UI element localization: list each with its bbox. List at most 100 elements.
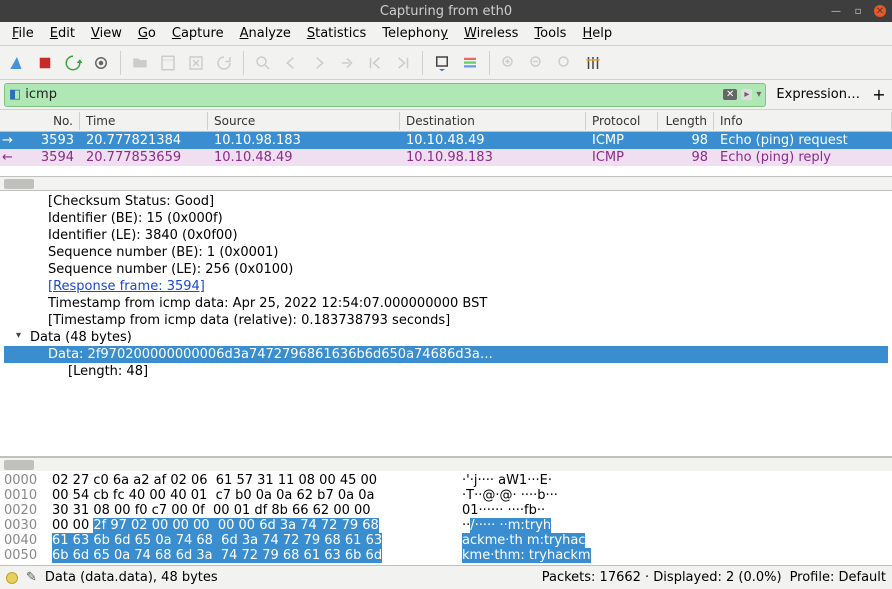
hex-row: 0010 00 54 cb fc 40 00 40 01 c7 b0 0a 0a… (4, 488, 888, 503)
hex-offset: 0010 (4, 488, 52, 503)
stop-capture-button[interactable] (32, 50, 58, 76)
menu-view[interactable]: View (85, 24, 128, 43)
expression-button[interactable]: Expression… (770, 85, 866, 104)
resize-columns-button[interactable] (580, 50, 606, 76)
zoom-out-button[interactable] (524, 50, 550, 76)
hex-bytes[interactable]: 00 54 cb fc 40 00 40 01 c7 b0 0a 0a 62 b… (52, 488, 462, 503)
packet-list-scrollbar[interactable] (0, 176, 892, 190)
cell-info: Echo (ping) reply (714, 150, 892, 165)
hex-bytes[interactable]: 00 00 2f 97 02 00 00 00 00 00 6d 3a 74 7… (52, 518, 462, 533)
zoom-reset-button[interactable] (552, 50, 578, 76)
hex-ascii[interactable]: ·'·j···· aW1···E· (462, 473, 552, 488)
shark-fin-icon[interactable] (4, 50, 30, 76)
save-file-button[interactable] (155, 50, 181, 76)
filter-dropdown-icon[interactable]: ▾ (756, 89, 761, 100)
menu-help[interactable]: Help (576, 24, 618, 43)
packet-row[interactable]: → 3593 20.777821384 10.10.98.183 10.10.4… (0, 132, 892, 149)
hex-ascii[interactable]: 01······ ····fb·· (462, 503, 545, 518)
detail-data-selected[interactable]: Data: 2f970200000000006d3a7472796861636b… (4, 346, 888, 363)
menu-tools[interactable]: Tools (528, 24, 572, 43)
find-packet-button[interactable] (250, 50, 276, 76)
detail-checksum-status[interactable]: [Checksum Status: Good] (4, 193, 888, 210)
cell-dst: 10.10.48.49 (400, 133, 586, 148)
column-info[interactable]: Info (714, 112, 892, 130)
expert-info-icon[interactable] (6, 572, 18, 584)
edit-icon[interactable]: ✎ (26, 570, 37, 585)
add-filter-button[interactable]: + (870, 85, 888, 104)
zoom-in-button[interactable] (496, 50, 522, 76)
menu-analyze[interactable]: Analyze (234, 24, 297, 43)
detail-timestamp-relative[interactable]: [Timestamp from icmp data (relative): 0.… (4, 312, 888, 329)
hex-bytes[interactable]: 6b 6d 65 0a 74 68 6d 3a 74 72 79 68 61 6… (52, 548, 462, 563)
first-packet-button[interactable] (362, 50, 388, 76)
column-no[interactable]: No. (20, 112, 80, 130)
column-protocol[interactable]: Protocol (586, 112, 658, 130)
hex-bytes[interactable]: 61 63 6b 6d 65 0a 74 68 6d 3a 74 72 79 6… (52, 533, 462, 548)
go-forward-button[interactable] (306, 50, 332, 76)
menu-statistics[interactable]: Statistics (301, 24, 372, 43)
maximize-icon[interactable]: ▫ (852, 5, 864, 17)
detail-identifier-be[interactable]: Identifier (BE): 15 (0x000f) (4, 210, 888, 227)
cell-proto: ICMP (586, 133, 658, 148)
hex-row: 0020 30 31 08 00 f0 c7 00 0f 00 01 df 8b… (4, 503, 888, 518)
hex-offset: 0030 (4, 518, 52, 533)
menu-capture[interactable]: Capture (166, 24, 230, 43)
hex-bytes[interactable]: 30 31 08 00 f0 c7 00 0f 00 01 df 8b 66 6… (52, 503, 462, 518)
menu-wireless[interactable]: Wireless (458, 24, 524, 43)
capture-options-button[interactable] (88, 50, 114, 76)
display-filter-input[interactable] (25, 87, 719, 102)
restart-capture-button[interactable] (60, 50, 86, 76)
packet-row[interactable]: ← 3594 20.777853659 10.10.48.49 10.10.98… (0, 149, 892, 166)
close-file-button[interactable] (183, 50, 209, 76)
toolbar (0, 46, 892, 80)
hex-row: 0040 61 63 6b 6d 65 0a 74 68 6d 3a 74 72… (4, 533, 888, 548)
cell-len: 98 (658, 133, 714, 148)
toolbar-separator (489, 51, 490, 75)
hex-row: 0000 02 27 c0 6a a2 af 02 06 61 57 31 11… (4, 473, 888, 488)
bookmark-icon[interactable]: ◧ (9, 87, 21, 102)
go-back-button[interactable] (278, 50, 304, 76)
detail-identifier-le[interactable]: Identifier (LE): 3840 (0x0f00) (4, 227, 888, 244)
detail-timestamp[interactable]: Timestamp from icmp data: Apr 25, 2022 1… (4, 295, 888, 312)
hex-ascii[interactable]: kme·thm: tryhackm (462, 548, 591, 563)
menu-go[interactable]: Go (132, 24, 162, 43)
cell-no: 3594 (20, 150, 80, 165)
menu-edit[interactable]: Edit (44, 24, 81, 43)
display-filter-wrap[interactable]: ◧ ✕ ▸ ▾ (4, 83, 766, 107)
toolbar-separator (243, 51, 244, 75)
column-time[interactable]: Time (80, 112, 208, 130)
hex-ascii[interactable]: ·T··@·@· ····b··· (462, 488, 558, 503)
reload-file-button[interactable] (211, 50, 237, 76)
column-source[interactable]: Source (208, 112, 400, 130)
detail-seq-be[interactable]: Sequence number (BE): 1 (0x0001) (4, 244, 888, 261)
jump-to-button[interactable] (334, 50, 360, 76)
column-destination[interactable]: Destination (400, 112, 586, 130)
detail-data-length[interactable]: [Length: 48] (4, 363, 888, 380)
hex-dump[interactable]: 0000 02 27 c0 6a a2 af 02 06 61 57 31 11… (0, 471, 892, 565)
status-bar: ✎ Data (data.data), 48 bytes Packets: 17… (0, 565, 892, 589)
packet-details[interactable]: [Checksum Status: Good] Identifier (BE):… (0, 190, 892, 457)
last-packet-button[interactable] (390, 50, 416, 76)
menu-file[interactable]: File (6, 24, 40, 43)
hex-ascii[interactable]: ··/····· ··m:tryh (462, 518, 551, 533)
detail-response-frame-link[interactable]: [Response frame: 3594] (4, 278, 888, 295)
open-file-button[interactable] (127, 50, 153, 76)
hex-ascii[interactable]: ackme·th m:tryhac (462, 533, 585, 548)
status-profile[interactable]: Profile: Default (790, 570, 886, 585)
hex-bytes[interactable]: 02 27 c0 6a a2 af 02 06 61 57 31 11 08 0… (52, 473, 462, 488)
auto-scroll-button[interactable] (429, 50, 455, 76)
hex-offset: 0000 (4, 473, 52, 488)
detail-data-toggle[interactable]: Data (48 bytes) (4, 329, 888, 346)
minimize-icon[interactable]: — (830, 5, 842, 17)
filter-bar: ◧ ✕ ▸ ▾ Expression… + (0, 80, 892, 110)
menu-telephony[interactable]: Telephony (376, 24, 454, 43)
close-icon[interactable]: ✕ (874, 5, 886, 17)
apply-filter-icon[interactable]: ▸ (741, 89, 752, 100)
detail-seq-le[interactable]: Sequence number (LE): 256 (0x0100) (4, 261, 888, 278)
details-scrollbar[interactable] (0, 457, 892, 471)
cell-info: Echo (ping) request (714, 133, 892, 148)
cell-no: 3593 (20, 133, 80, 148)
column-length[interactable]: Length (658, 112, 714, 130)
clear-filter-icon[interactable]: ✕ (723, 89, 737, 100)
colorize-button[interactable] (457, 50, 483, 76)
